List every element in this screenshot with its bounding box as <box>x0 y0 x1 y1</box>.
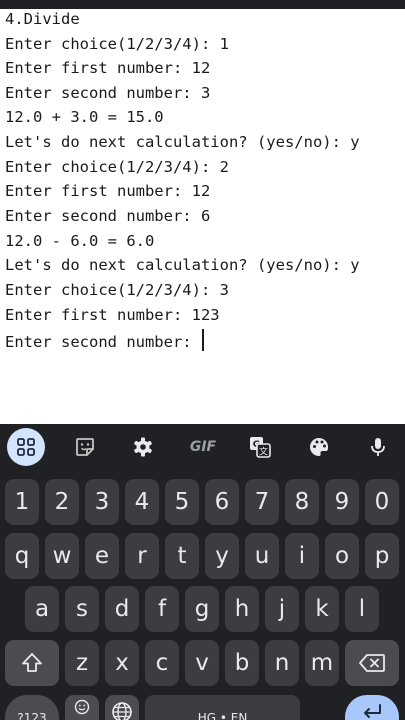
backspace-key[interactable] <box>345 640 399 686</box>
key-h[interactable]: h <box>225 586 259 632</box>
translate-icon[interactable]: G 文 <box>241 428 279 466</box>
terminal-line: Enter choice(1/2/3/4): 1 <box>5 35 229 53</box>
key-e[interactable]: e <box>85 533 119 579</box>
gif-icon[interactable]: GIF <box>182 428 224 466</box>
terminal-line: Let's do next calculation? (yes/no): y <box>5 133 360 151</box>
space-key[interactable]: HG • EN <box>145 695 300 720</box>
microphone-icon[interactable] <box>359 428 397 466</box>
key-b[interactable]: b <box>225 640 259 686</box>
terminal-line: 4.Divide <box>5 10 80 28</box>
enter-key[interactable] <box>345 695 399 720</box>
terminal-line: Enter first number: 12 <box>5 59 211 77</box>
key-k[interactable]: k <box>305 586 339 632</box>
sticker-icon[interactable] <box>66 428 104 466</box>
key-o[interactable]: o <box>325 533 359 579</box>
terminal-line: 12.0 - 6.0 = 6.0 <box>5 232 155 250</box>
status-bar <box>0 0 405 9</box>
key-x[interactable]: x <box>105 640 139 686</box>
key-4[interactable]: 4 <box>125 479 159 525</box>
key-1[interactable]: 1 <box>5 479 39 525</box>
key-g[interactable]: g <box>185 586 219 632</box>
key-u[interactable]: u <box>245 533 279 579</box>
key-6[interactable]: 6 <box>205 479 239 525</box>
on-screen-keyboard: GIF G 文 1 2 3 4 5 6 7 8 9 0 q w e <box>0 424 405 720</box>
shift-icon <box>22 653 42 672</box>
emoji-icon <box>74 699 90 715</box>
terminal-line: Enter second number: 6 <box>5 207 211 225</box>
terminal-line: Enter choice(1/2/3/4): 3 <box>5 281 229 299</box>
key-r[interactable]: r <box>125 533 159 579</box>
key-d[interactable]: d <box>105 586 139 632</box>
key-s[interactable]: s <box>65 586 99 632</box>
key-n[interactable]: n <box>265 640 299 686</box>
apps-grid-icon[interactable] <box>7 428 45 466</box>
key-v[interactable]: v <box>185 640 219 686</box>
key-c[interactable]: c <box>145 640 179 686</box>
key-2[interactable]: 2 <box>45 479 79 525</box>
key-5[interactable]: 5 <box>165 479 199 525</box>
key-p[interactable]: p <box>365 533 399 579</box>
key-z[interactable]: z <box>65 640 99 686</box>
key-3[interactable]: 3 <box>85 479 119 525</box>
globe-icon <box>112 702 132 720</box>
language-key[interactable] <box>105 695 139 720</box>
terminal-prompt: Enter second number: <box>5 333 201 351</box>
key-f[interactable]: f <box>145 586 179 632</box>
terminal-line: Let's do next calculation? (yes/no): y <box>5 256 360 274</box>
text-cursor <box>201 329 204 351</box>
key-t[interactable]: t <box>165 533 199 579</box>
palette-icon[interactable] <box>300 428 338 466</box>
key-w[interactable]: w <box>45 533 79 579</box>
shift-key[interactable] <box>5 640 59 686</box>
terminal-line: 12.0 + 3.0 = 15.0 <box>5 108 164 126</box>
key-q[interactable]: q <box>5 533 39 579</box>
svg-text:文: 文 <box>259 446 268 458</box>
symbols-key[interactable]: ?123 <box>5 695 59 720</box>
emoji-key[interactable] <box>65 695 99 720</box>
terminal-line: Enter first number: 12 <box>5 182 211 200</box>
key-0[interactable]: 0 <box>365 479 399 525</box>
key-7[interactable]: 7 <box>245 479 279 525</box>
enter-icon <box>364 704 381 718</box>
key-l[interactable]: l <box>345 586 379 632</box>
key-y[interactable]: y <box>205 533 239 579</box>
terminal-input-line[interactable]: Enter second number: <box>5 329 204 352</box>
settings-gear-icon[interactable] <box>124 428 162 466</box>
key-j[interactable]: j <box>265 586 299 632</box>
terminal-output[interactable]: 4.Divide Enter choice(1/2/3/4): 1 Enter … <box>0 9 405 424</box>
key-a[interactable]: a <box>25 586 59 632</box>
key-8[interactable]: 8 <box>285 479 319 525</box>
terminal-line: Enter choice(1/2/3/4): 2 <box>5 158 229 176</box>
backspace-icon <box>359 654 385 672</box>
terminal-line: Enter second number: 3 <box>5 84 211 102</box>
key-m[interactable]: m <box>305 640 339 686</box>
key-i[interactable]: i <box>285 533 319 579</box>
terminal-line: Enter first number: 123 <box>5 306 220 324</box>
key-9[interactable]: 9 <box>325 479 359 525</box>
